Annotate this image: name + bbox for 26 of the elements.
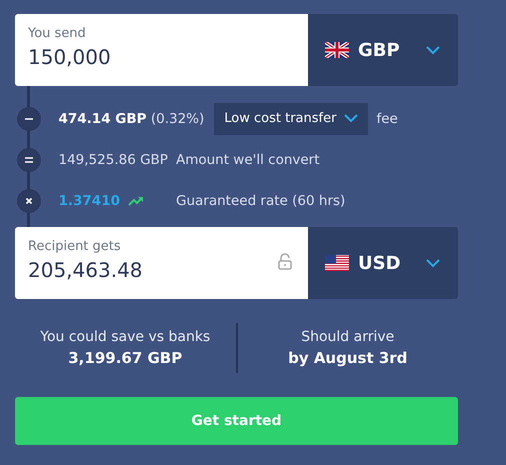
rate-label: Guaranteed rate (60 hrs) xyxy=(176,192,346,208)
chevron-down-icon xyxy=(426,258,440,268)
flag-icon xyxy=(325,255,349,271)
trend-up-icon xyxy=(128,196,144,206)
currency-select[interactable]: GBP xyxy=(308,14,458,86)
convert-amount: 149,525.86 GBP xyxy=(58,152,168,168)
chevron-down-icon xyxy=(344,114,358,123)
convert-label: Amount we'll convert xyxy=(176,152,320,168)
amount-value: 205,463.48 xyxy=(28,258,143,282)
stat-label: Should arrive xyxy=(300,329,396,345)
field-label: Recipient gets xyxy=(28,239,121,254)
amount-field[interactable]: Recipient gets 205,463.48 xyxy=(15,227,308,299)
stat-label: You could save vs banks xyxy=(39,329,212,345)
field-label: You send xyxy=(28,26,86,41)
chevron-down-icon xyxy=(426,46,440,54)
currency-select[interactable]: USD xyxy=(308,227,458,299)
amount-field[interactable]: You send 150,000 xyxy=(15,14,308,86)
transfer-type-dropdown[interactable]: Low cost transfer xyxy=(214,102,368,134)
exchange-rate: 1.37410 xyxy=(58,192,120,208)
fee-label: fee xyxy=(376,110,398,126)
amount-value: 150,000 xyxy=(28,45,111,69)
flag-icon xyxy=(325,42,349,58)
stat-value: 3,199.67 GBP xyxy=(67,349,184,367)
stat-value: by August 3rd xyxy=(287,349,408,367)
unlock-icon[interactable] xyxy=(278,253,292,270)
fee-amount: 474.14 GBP (0.32%) xyxy=(58,110,204,126)
